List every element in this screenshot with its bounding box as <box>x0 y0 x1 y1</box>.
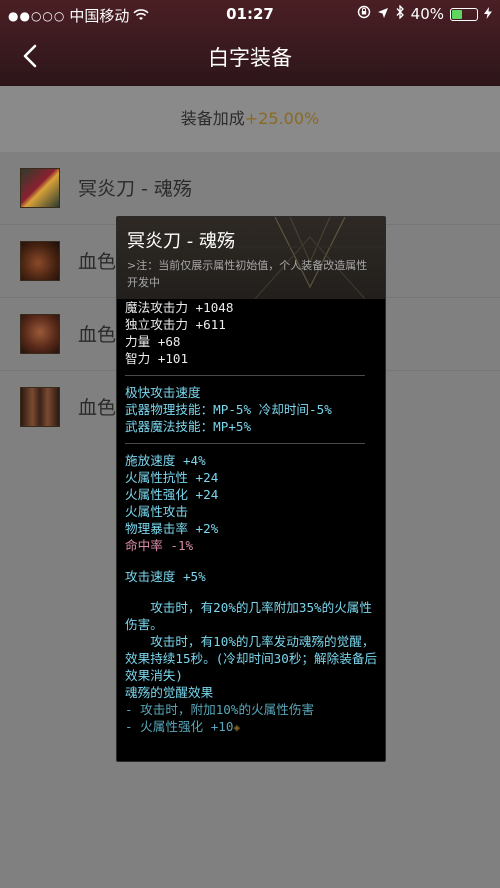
stat-line: 力量 +68 <box>125 334 181 349</box>
charging-icon <box>484 5 492 23</box>
divider <box>125 375 365 376</box>
stat-line: 施放速度 +4% <box>125 453 206 468</box>
item-tooltip[interactable]: 冥炎刀 - 魂殇 >注：当前仅展示属性初始值，个人装备改造属性开发中 魔法攻击力… <box>116 216 386 762</box>
stat-line: 武器物理技能：MP-5% 冷却时间-5% <box>125 402 332 417</box>
tooltip-body: 魔法攻击力 +1048 独立攻击力 +611 力量 +68 智力 +101 极快… <box>125 299 377 735</box>
awaken-line-text: - 火属性强化 +10 <box>125 719 234 734</box>
diamond-icon: ◈ <box>233 721 241 734</box>
stat-line: 魔法攻击力 +1048 <box>125 300 234 315</box>
stat-line: 武器魔法技能：MP+5% <box>125 419 252 434</box>
location-icon <box>377 5 389 23</box>
awaken-line: - 火属性强化 +10◈ <box>125 718 377 735</box>
tooltip-title: 冥炎刀 - 魂殇 <box>127 231 235 252</box>
stat-line: 智力 +101 <box>125 351 189 366</box>
bonus-value: +25.00% <box>244 109 320 128</box>
battery-level-fill <box>452 9 463 19</box>
equipment-name: 血色 <box>78 397 117 419</box>
awaken-line: - 攻击时，附加10%的火属性伤害 <box>125 702 315 717</box>
battery-icon <box>450 7 478 21</box>
leg-armor-icon <box>20 387 60 427</box>
stat-line: 物理暴击率 +2% <box>125 521 219 536</box>
equipment-name: 血色 <box>78 324 117 346</box>
stat-line: 命中率 -1% <box>125 538 194 553</box>
equipment-bonus-row: 装备加成+25.00% <box>0 86 500 153</box>
nav-bar: 白字装备 <box>0 28 500 86</box>
divider <box>125 443 365 444</box>
page-title: 白字装备 <box>208 46 292 70</box>
rotation-lock-icon <box>357 5 371 23</box>
tooltip-header: 冥炎刀 - 魂殇 >注：当前仅展示属性初始值，个人装备改造属性开发中 <box>117 217 385 299</box>
stat-line: 火属性攻击 <box>125 504 188 519</box>
chest-armor-icon <box>20 314 60 354</box>
battery-percent: 40% <box>410 5 444 23</box>
bonus-label: 装备加成 <box>180 109 245 128</box>
list-item[interactable]: 冥炎刀 - 魂殇 <box>0 152 500 225</box>
equipment-name: 冥炎刀 - 魂殇 <box>78 178 192 200</box>
stat-line: 极快攻击速度 <box>125 385 201 400</box>
shoulder-armor-icon <box>20 241 60 281</box>
equipment-name: 血色 <box>78 251 117 273</box>
effect-text: 攻击时，有20%的几率附加35%的火属性伤害。 <box>125 600 372 632</box>
status-right: 40% <box>357 4 492 23</box>
stat-line: 火属性强化 +24 <box>125 487 219 502</box>
status-bar: ●●○○○ 中国移动 01:27 40% <box>0 0 500 28</box>
awaken-title: 魂殇的觉醒效果 <box>125 685 214 700</box>
stat-line: 独立攻击力 +611 <box>125 317 226 332</box>
stat-line: 火属性抗性 +24 <box>125 470 219 485</box>
top-bar: ●●○○○ 中国移动 01:27 40% 白字装备 <box>0 0 500 86</box>
effect-text: 攻击时，有10%的几率发动魂殇的觉醒，效果持续15秒。(冷却时间30秒；解除装备… <box>125 634 378 683</box>
sword-icon <box>20 168 60 208</box>
bluetooth-icon <box>395 4 405 23</box>
tooltip-note: >注：当前仅展示属性初始值，个人装备改造属性开发中 <box>127 259 368 289</box>
stat-line: 攻击速度 +5% <box>125 569 206 584</box>
